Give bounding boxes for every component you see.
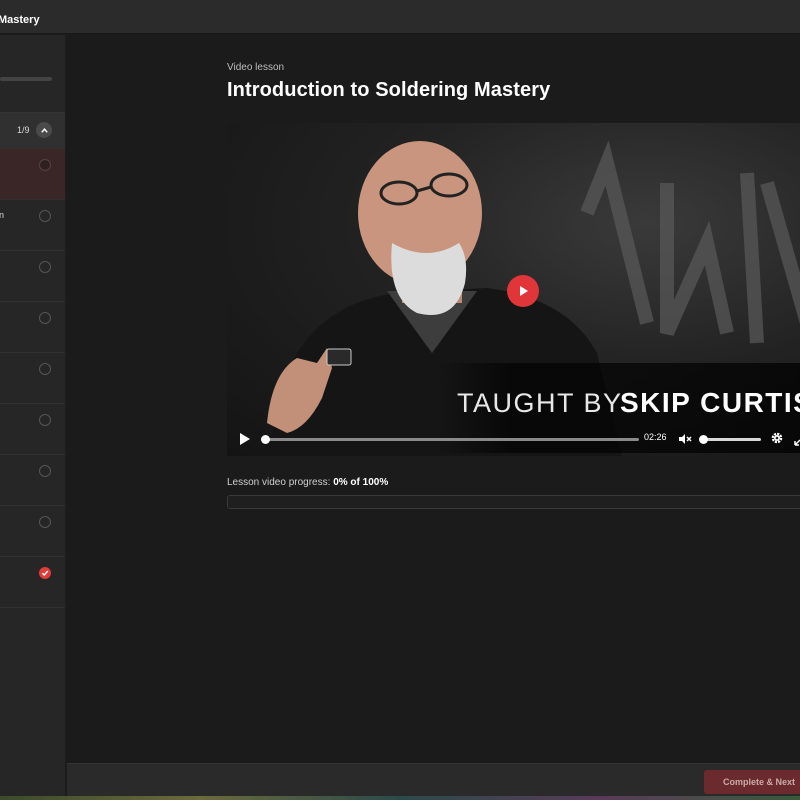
page-title: Introduction to Soldering Mastery	[227, 79, 551, 101]
check-icon	[39, 567, 51, 579]
instructor-name: SKIP CURTIS	[620, 387, 800, 418]
lesson-status-ring	[39, 210, 51, 222]
lesson-list: n	[0, 149, 65, 608]
sidebar-lesson-item[interactable]	[0, 251, 65, 302]
lesson-sidebar: 1/9 n	[0, 35, 66, 800]
play-icon	[520, 286, 528, 296]
lesson-status-ring	[39, 465, 51, 477]
section-lesson-count: 1/9	[17, 125, 30, 135]
complete-and-next-button[interactable]: Complete & Next	[704, 770, 800, 794]
gear-icon	[771, 432, 783, 444]
sidebar-lesson-item[interactable]	[0, 353, 65, 404]
collapse-section-button[interactable]	[36, 122, 52, 138]
video-player[interactable]: TAUGHT BY SKIP CURTIS 02:26	[227, 123, 800, 456]
play-pause-button[interactable]	[239, 432, 251, 451]
lesson-progress-caption: Lesson video progress:	[227, 477, 331, 488]
seek-bar[interactable]	[263, 438, 639, 441]
fullscreen-icon	[794, 439, 800, 446]
section-header[interactable]: 1/9	[0, 113, 65, 149]
volume-handle[interactable]	[699, 435, 708, 444]
settings-button[interactable]	[770, 431, 784, 450]
sidebar-lesson-item[interactable]	[0, 455, 65, 506]
sidebar-lesson-item[interactable]: n	[0, 200, 65, 251]
play-icon	[240, 433, 250, 445]
instructor-prefix: TAUGHT BY	[457, 388, 623, 418]
lesson-status-ring	[39, 414, 51, 426]
main-content: Video lesson Introduction to Soldering M…	[67, 35, 800, 763]
course-title: Mastery	[0, 14, 40, 26]
big-play-button[interactable]	[507, 275, 539, 307]
mute-button[interactable]	[678, 432, 692, 451]
chevron-up-icon	[40, 127, 48, 133]
sidebar-lesson-item[interactable]	[0, 302, 65, 353]
volume-slider[interactable]	[703, 438, 761, 441]
lesson-status-ring	[39, 159, 51, 171]
sidebar-lesson-item[interactable]	[0, 404, 65, 455]
mute-icon	[679, 434, 692, 444]
lesson-progress-label: Lesson video progress: 0% of 100%	[227, 477, 388, 488]
lesson-title: n	[0, 210, 4, 220]
seek-handle[interactable]	[261, 435, 270, 444]
sidebar-lesson-item[interactable]	[0, 149, 65, 200]
desktop-background-strip	[0, 796, 800, 800]
top-bar: Mastery	[0, 0, 800, 34]
sidebar-lesson-item[interactable]	[0, 557, 65, 608]
video-time: 02:26	[644, 432, 667, 442]
course-progress-bar	[0, 77, 52, 81]
lesson-status-ring	[39, 363, 51, 375]
lesson-status-ring	[39, 312, 51, 324]
lesson-type-label: Video lesson	[227, 62, 285, 73]
fullscreen-button[interactable]	[794, 432, 800, 451]
lesson-progress-value: 0% of 100%	[333, 477, 389, 488]
video-controls: 02:26	[227, 423, 800, 456]
lesson-progress-bar	[227, 495, 800, 509]
lesson-status-ring	[39, 516, 51, 528]
sidebar-lesson-item[interactable]	[0, 506, 65, 557]
footer-bar: Complete & Next	[67, 763, 800, 800]
lesson-status-ring	[39, 261, 51, 273]
